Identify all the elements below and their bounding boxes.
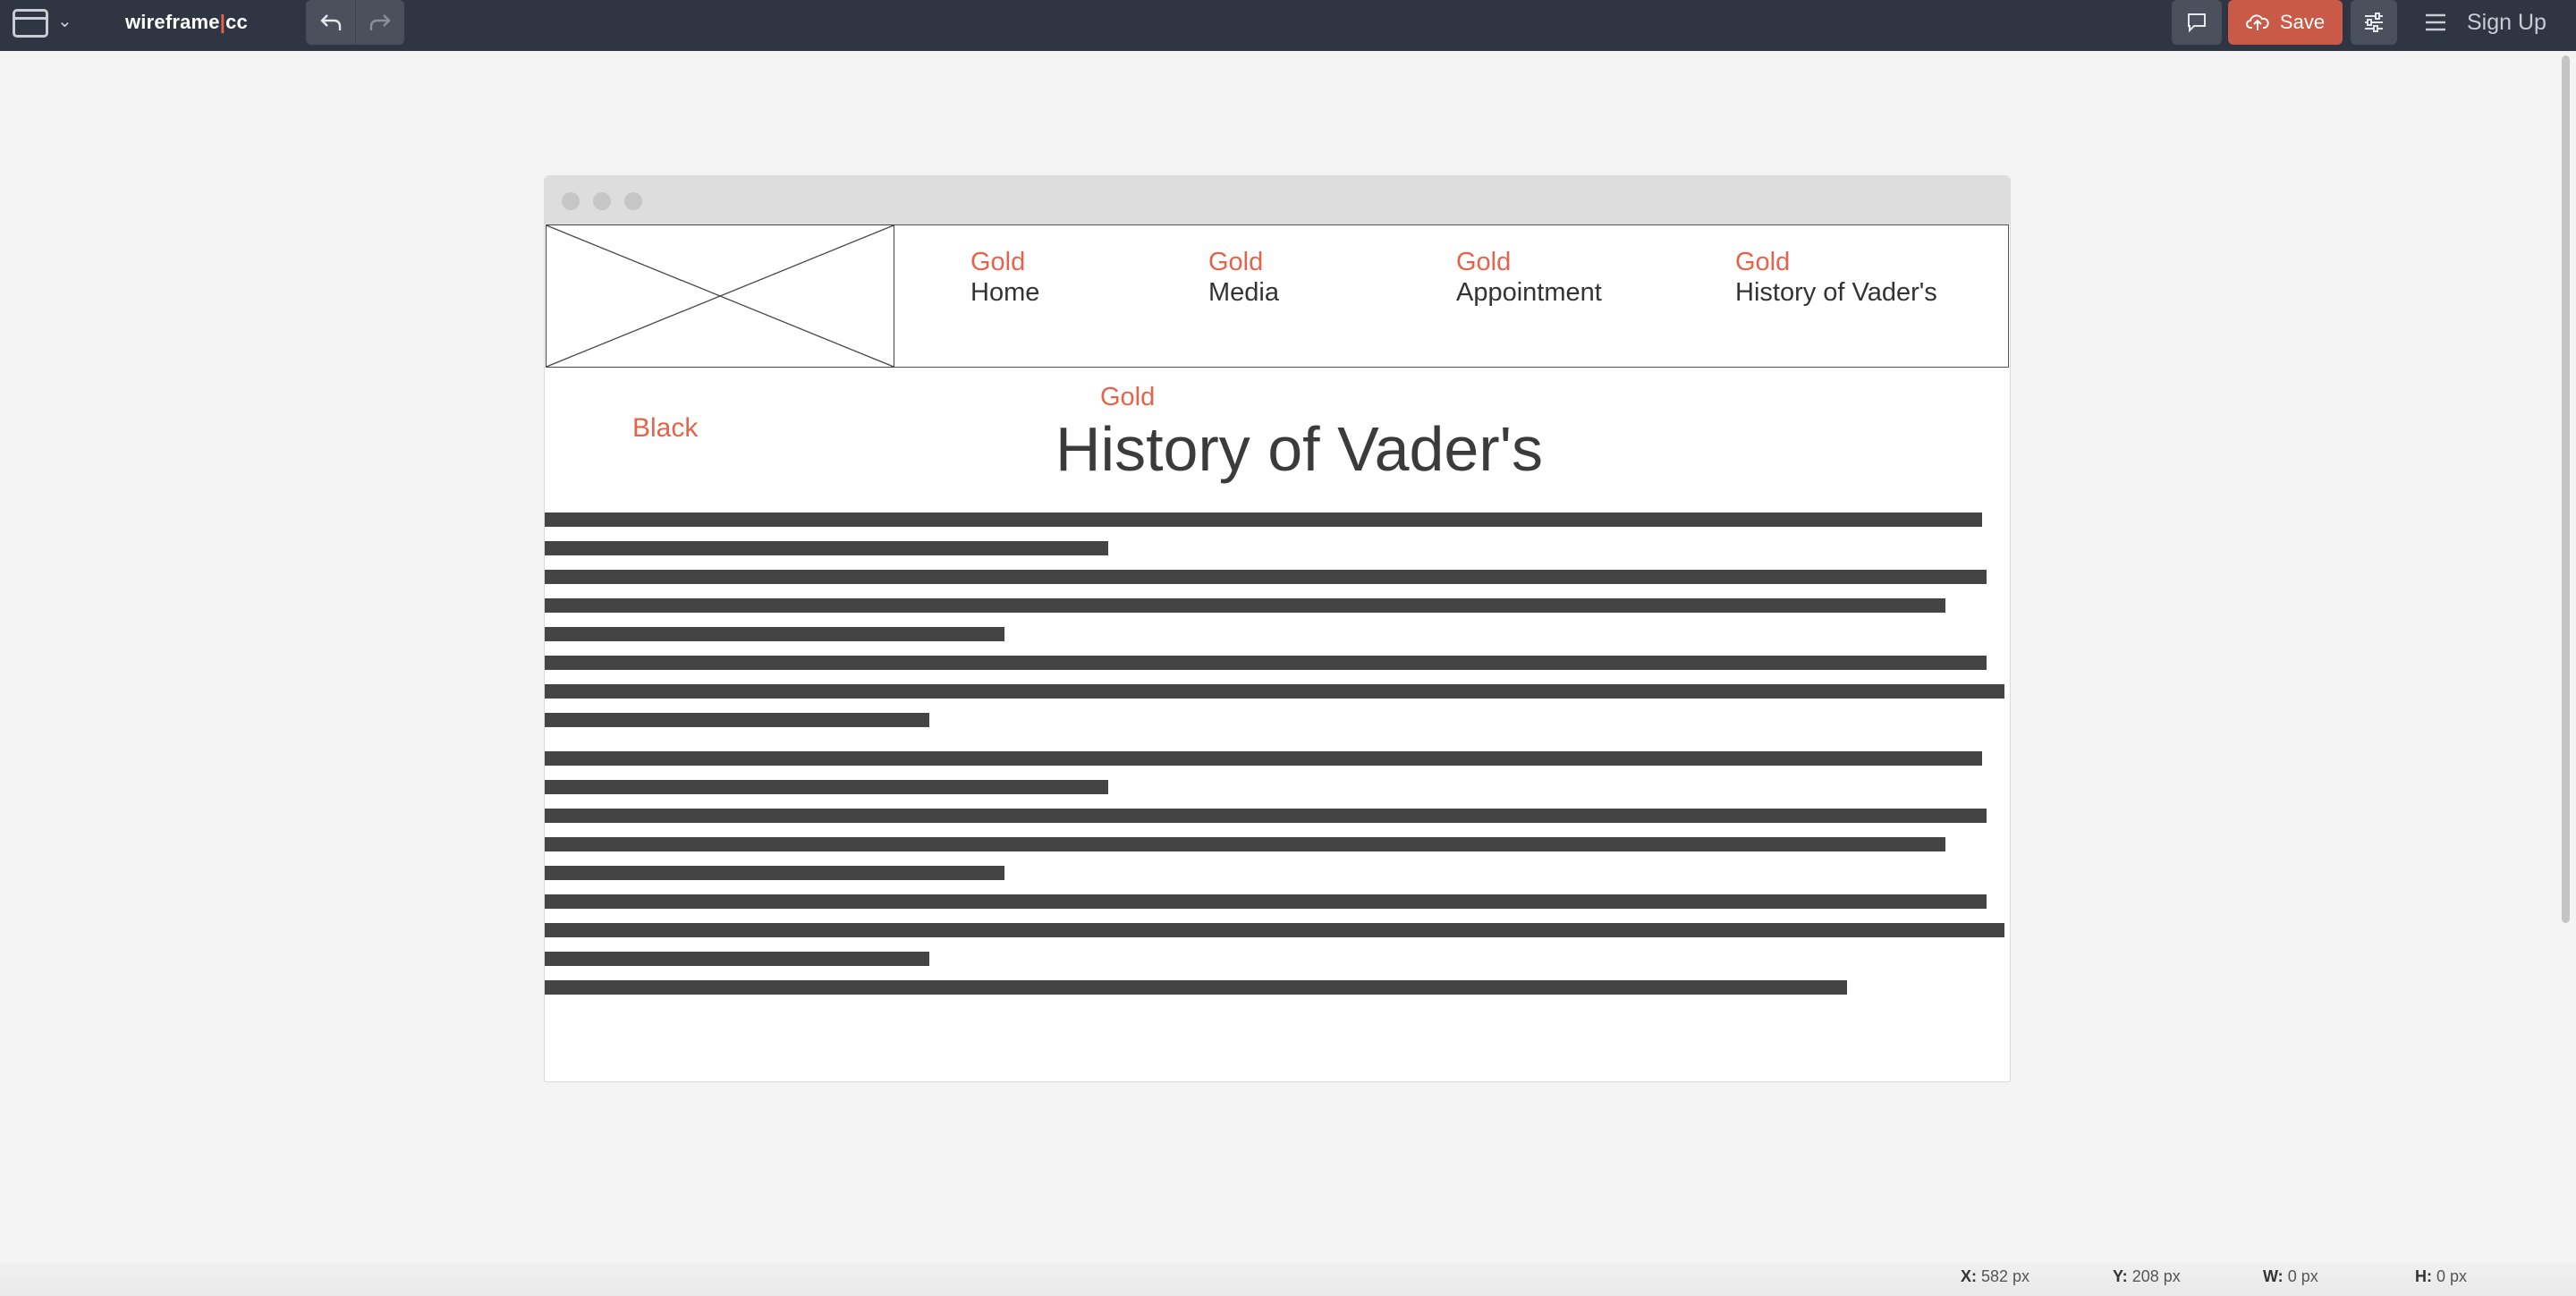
text-line — [545, 866, 1004, 880]
page-title[interactable]: History of Vader's — [1055, 412, 1543, 486]
window-dot — [624, 192, 642, 210]
vertical-scrollbar[interactable] — [2562, 55, 2570, 923]
sign-up-link[interactable]: Sign Up — [2467, 9, 2546, 36]
nav-label: Appointment — [1456, 278, 1602, 307]
comment-button[interactable] — [2172, 0, 2222, 45]
window-dot — [593, 192, 611, 210]
text-line — [545, 656, 1987, 670]
status-x: X: 582 px — [1961, 1267, 2030, 1285]
text-line — [545, 980, 1847, 995]
nav-annotation: Gold — [970, 248, 1026, 276]
status-w: W: 0 px — [2263, 1267, 2318, 1285]
settings-button[interactable] — [2351, 0, 2397, 45]
text-line — [545, 923, 2004, 937]
text-line — [545, 751, 1982, 766]
text-line — [545, 598, 1945, 613]
save-label: Save — [2279, 11, 2326, 33]
chevron-down-icon[interactable]: ⌄ — [57, 11, 72, 32]
nav-annotation: Gold — [1208, 248, 1264, 276]
text-line — [545, 713, 929, 727]
history-button-group — [306, 0, 404, 45]
text-line — [545, 780, 1108, 794]
hamburger-icon[interactable] — [2422, 11, 2449, 34]
text-line — [545, 512, 1982, 527]
nav-item-media[interactable]: Gold Media — [1208, 247, 1279, 308]
cloud-upload-icon — [2245, 14, 2269, 30]
text-line — [545, 627, 1004, 641]
nav-item-home[interactable]: Gold Home — [970, 247, 1039, 308]
window-icon[interactable] — [13, 9, 48, 38]
side-annotation[interactable]: Black — [632, 412, 698, 445]
nav-annotation: Gold — [1456, 248, 1512, 276]
browser-title-bar — [545, 176, 2010, 224]
nav-label: Home — [970, 278, 1040, 307]
text-line — [545, 809, 1987, 823]
top-toolbar: ⌄ wireframe|cc Save Sign Up — [0, 0, 2576, 51]
nav-annotation: Gold — [1735, 248, 1791, 276]
nav-label: History of Vader's — [1735, 278, 1937, 307]
status-h: H: 0 px — [2415, 1267, 2468, 1285]
status-y: Y: 208 px — [2113, 1267, 2181, 1285]
undo-button[interactable] — [306, 0, 355, 45]
app-logo: wireframe|cc — [125, 11, 248, 33]
site-header[interactable]: Gold Home Gold Media Gold Appointment Go… — [546, 224, 2009, 368]
text-line — [545, 894, 1987, 909]
image-placeholder[interactable] — [546, 224, 894, 368]
nav-item-history[interactable]: Gold History of Vader's — [1735, 247, 1937, 308]
title-annotation[interactable]: Gold — [1100, 382, 1155, 412]
window-dot — [562, 192, 580, 210]
text-line — [545, 952, 929, 966]
nav-label: Media — [1208, 278, 1279, 307]
sliders-icon — [2365, 13, 2383, 32]
text-line — [545, 684, 2004, 699]
text-line — [545, 570, 1987, 584]
save-button[interactable]: Save — [2228, 0, 2343, 45]
status-bar — [0, 1263, 2576, 1296]
undo-icon — [319, 14, 341, 30]
comment-icon — [2188, 13, 2206, 33]
text-line — [545, 541, 1108, 555]
nav-item-appointment[interactable]: Gold Appointment — [1456, 247, 1602, 308]
wireframe-browser-window[interactable]: Gold Home Gold Media Gold Appointment Go… — [544, 175, 2011, 1082]
redo-button[interactable] — [355, 0, 404, 45]
redo-icon — [369, 14, 391, 30]
text-line — [545, 837, 1945, 851]
